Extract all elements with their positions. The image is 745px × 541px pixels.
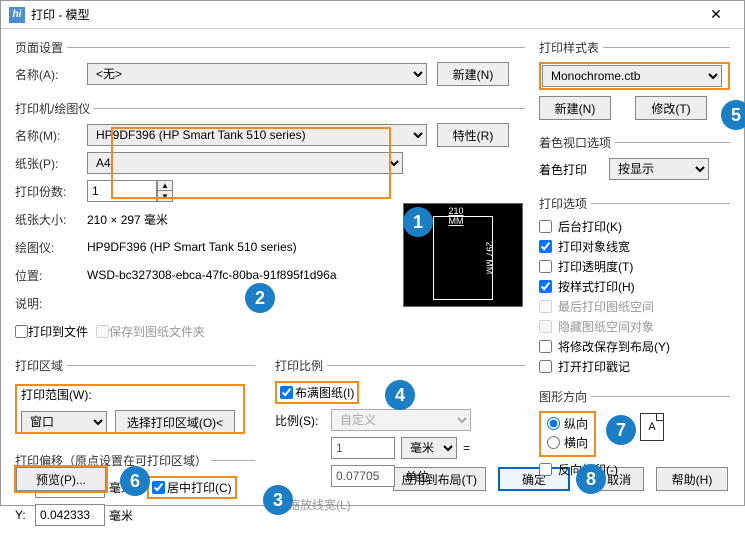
opt-lw-label: 打印对象线宽 <box>558 238 630 255</box>
printer-legend: 打印机/绘图仪 <box>15 100 94 117</box>
vp-select[interactable]: 按显示 <box>609 158 709 180</box>
fit-checkbox[interactable] <box>280 386 293 399</box>
highlight-box-area <box>15 384 245 434</box>
page-setup-legend: 页面设置 <box>15 39 67 56</box>
options-legend: 打印选项 <box>539 195 591 212</box>
reverse-checkbox[interactable] <box>539 463 552 476</box>
opt-bg-checkbox[interactable] <box>539 220 552 233</box>
y-unit: 毫米 <box>109 507 133 524</box>
unit-label: 单位 <box>405 468 429 485</box>
badge-8: 8 <box>576 464 606 494</box>
fit-label: 布满图纸(I) <box>295 384 354 401</box>
app-icon: hi <box>9 7 25 23</box>
plotter-value: HP9DF396 (HP Smart Tank 510 series) <box>87 240 297 254</box>
opt-trans-label: 打印透明度(T) <box>558 258 633 275</box>
scale-group: 打印比例 布满图纸(I) 比例(S): 自定义 <box>275 357 525 524</box>
center-label: 居中打印(C) <box>167 479 232 496</box>
paper-label: 纸张(P): <box>15 155 87 172</box>
badge-3: 3 <box>263 485 293 515</box>
vp-group: 着色视口选项 着色打印 按显示 <box>539 134 730 189</box>
orient-legend: 图形方向 <box>539 388 591 405</box>
badge-4: 4 <box>385 380 415 410</box>
titlebar: hi 打印 - 模型 ✕ <box>1 1 744 29</box>
page-name-select[interactable]: <无> <box>87 63 427 85</box>
badge-2: 2 <box>245 283 275 313</box>
ratio-select: 自定义 <box>331 409 471 431</box>
equals: = <box>463 441 470 455</box>
preview-height-label: 297 MM <box>485 242 495 275</box>
location-label: 位置: <box>15 267 87 284</box>
opt-styles-label: 按样式打印(H) <box>558 278 635 295</box>
print-area-legend: 打印区域 <box>15 357 67 374</box>
print-to-file-checkbox[interactable] <box>15 325 28 338</box>
printer-props-button[interactable]: 特性(R) <box>437 123 509 147</box>
save-layout-label: 保存到图纸文件夹 <box>109 323 205 340</box>
highlight-box-orient: 纵向 横向 <box>539 411 596 457</box>
save-layout-checkbox <box>96 325 109 338</box>
scale-lw-label: 缩放线宽(L) <box>288 496 351 513</box>
copies-label: 打印份数: <box>15 183 87 200</box>
badge-1: 1 <box>403 207 433 237</box>
ratio-label: 比例(S): <box>275 412 331 429</box>
portrait-label: 纵向 <box>564 415 588 432</box>
print-area-group: 打印区域 打印范围(W): 窗口 选择打印区域(O)< <box>15 357 255 444</box>
orient-group: 图形方向 纵向 横向 7 A 反向打印(-) <box>539 388 730 485</box>
unit-num-input <box>331 437 395 459</box>
opt-stamp-checkbox[interactable] <box>539 360 552 373</box>
portrait-radio[interactable] <box>547 417 560 430</box>
preview-button[interactable]: 预览(P)... <box>16 467 106 491</box>
scale-legend: 打印比例 <box>275 357 327 374</box>
page-new-button[interactable]: 新建(N) <box>437 62 509 86</box>
page-orientation-icon: A <box>640 413 664 441</box>
highlight-box-1 <box>111 127 391 199</box>
page-name-label: 名称(A): <box>15 66 87 83</box>
factor-input <box>331 465 395 487</box>
location-value: WSD-bc327308-ebca-47fc-80ba-91f895f1d96a <box>87 268 337 282</box>
opt-stamp-label: 打开打印戳记 <box>558 358 630 375</box>
badge-5: 5 <box>721 100 745 130</box>
opt-lw-checkbox[interactable] <box>539 240 552 253</box>
badge-7: 7 <box>606 415 636 445</box>
opt-save-checkbox[interactable] <box>539 340 552 353</box>
opt-hide-checkbox <box>539 320 552 333</box>
style-new-button[interactable]: 新建(N) <box>539 96 611 120</box>
paper-size-value: 210 × 297 毫米 <box>87 211 168 228</box>
vp-legend: 着色视口选项 <box>539 134 615 151</box>
print-to-file-label: 打印到文件 <box>28 323 88 340</box>
style-select[interactable]: Monochrome.ctb <box>542 65 722 87</box>
opt-styles-checkbox[interactable] <box>539 280 552 293</box>
y-input[interactable] <box>35 504 105 526</box>
options-group: 打印选项 后台打印(K) 打印对象线宽 打印透明度(T) 按样式打印(H) 最后… <box>539 195 730 382</box>
plotter-label: 绘图仪: <box>15 239 87 256</box>
desc-label: 说明: <box>15 295 87 312</box>
style-group: 打印样式表 Monochrome.ctb 新建(N) 修改(T) 5 <box>539 39 730 128</box>
opt-hide-label: 隐藏图纸空间对象 <box>558 318 654 335</box>
opt-bg-label: 后台打印(K) <box>558 218 622 235</box>
style-modify-button[interactable]: 修改(T) <box>635 96 707 120</box>
unit-select[interactable]: 毫米 <box>401 437 457 459</box>
center-checkbox[interactable] <box>152 481 165 494</box>
landscape-radio[interactable] <box>547 436 560 449</box>
opt-save-label: 将修改保存到布局(Y) <box>558 338 670 355</box>
opt-trans-checkbox[interactable] <box>539 260 552 273</box>
vp-label: 着色打印 <box>539 161 609 178</box>
printer-name-label: 名称(M): <box>15 127 87 144</box>
landscape-label: 横向 <box>564 434 588 451</box>
paper-size-label: 纸张大小: <box>15 211 87 228</box>
page-setup-group: 页面设置 名称(A): <无> 新建(N) <box>15 39 525 94</box>
opt-last-checkbox <box>539 300 552 313</box>
window-title: 打印 - 模型 <box>31 6 696 23</box>
style-legend: 打印样式表 <box>539 39 603 56</box>
close-button[interactable]: ✕ <box>696 1 736 29</box>
y-label: Y: <box>15 508 35 522</box>
preview-width-label: 210 MM <box>449 206 478 226</box>
opt-last-label: 最后打印图纸空间 <box>558 298 654 315</box>
badge-6: 6 <box>120 466 150 496</box>
